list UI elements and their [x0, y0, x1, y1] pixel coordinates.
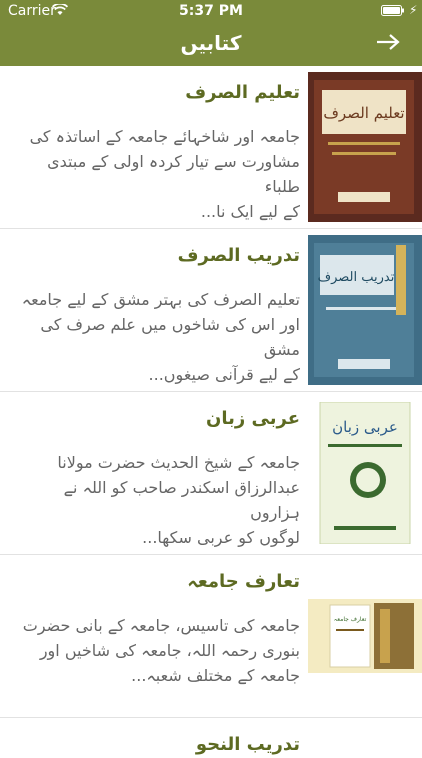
book-cover[interactable]: تعارف جامعہ	[308, 599, 422, 673]
book-description: تعلیم الصرف کی بہتر مشق کے لیے جامعہ اور…	[12, 287, 300, 387]
book-title: تعلیم الصرف	[185, 82, 300, 103]
desc-line: جامعہ کی تاسیس، جامعہ کے بانی حضرت	[22, 616, 300, 635]
cover-word: تعلیم الصرف	[323, 104, 404, 122]
book-description: جامعہ اور شاخہائے جامعہ کے اساتذہ کی مشا…	[12, 124, 300, 224]
desc-line: مشاورت سے تیار کردہ اولی کے مبتدی طلباء	[47, 152, 300, 196]
desc-line: کے لیے قرآنی صیغوں...	[148, 365, 300, 384]
desc-line: بنوری رحمہ اللہ، جامعہ کی شاخیں اور	[39, 641, 300, 660]
book-description: جامعہ کی تاسیس، جامعہ کے بانی حضرت بنوری…	[12, 613, 300, 688]
book-description: جامعہ کے شیخ الحدیث حضرت مولانا عبدالرزا…	[12, 450, 300, 550]
book-row[interactable]: تعارف جامعہ جامعہ کی تاسیس، جامعہ کے بان…	[0, 555, 422, 718]
desc-line: کے لیے ایک نا...	[200, 202, 300, 221]
desc-line: عبدالرزاق اسکندر صاحب کو اللہ نے ہزاروں	[63, 478, 300, 522]
book-list: تعلیم الصرف جامعہ اور شاخہائے جامعہ کے ا…	[0, 66, 422, 758]
book-cover[interactable]: تعلیم الصرف	[308, 72, 422, 222]
page-title: کتابیں	[180, 31, 242, 55]
cover-word: تعارف جامعہ	[334, 616, 367, 623]
arrow-right-icon[interactable]	[373, 32, 401, 52]
cover-word: تدریب الصرف	[318, 270, 395, 285]
book-cover[interactable]: عربی زبان	[308, 402, 422, 544]
desc-line: جامعہ کے مختلف شعبہ...	[131, 666, 300, 685]
desc-line: تعلیم الصرف کی بہتر مشق کے لیے جامعہ	[21, 290, 300, 309]
status-bar: Carrier 5:37 PM ⚡	[0, 0, 422, 22]
battery-icon	[381, 5, 404, 16]
book-title: تعارف جامعہ	[187, 571, 300, 592]
cover-word: عربی زبان	[332, 418, 398, 436]
app-header: Carrier 5:37 PM ⚡ کتابیں	[0, 0, 422, 66]
book-cover[interactable]: تدریب الصرف	[308, 235, 422, 385]
desc-line: لوگوں کو عربی سکھا...	[142, 528, 300, 547]
desc-line: جامعہ اور شاخہائے جامعہ کے اساتذہ کی	[29, 127, 300, 146]
book-title: تدریب الصرف	[177, 245, 300, 266]
book-row[interactable]: تدریب النحو	[0, 718, 422, 758]
book-row[interactable]: تدریب الصرف تعلیم الصرف کی بہتر مشق کے ل…	[0, 229, 422, 392]
book-title: عربی زبان	[206, 408, 300, 429]
book-row[interactable]: عربی زبان جامعہ کے شیخ الحدیث حضرت مولان…	[0, 392, 422, 555]
book-row[interactable]: تعلیم الصرف جامعہ اور شاخہائے جامعہ کے ا…	[0, 66, 422, 229]
status-time: 5:37 PM	[179, 3, 243, 19]
charging-icon: ⚡	[409, 3, 418, 17]
desc-line: جامعہ کے شیخ الحدیث حضرت مولانا	[57, 453, 300, 472]
book-title: تدریب النحو	[195, 734, 300, 755]
desc-line: اور اس کی شاخوں میں علم صرف کی مشق	[40, 315, 300, 359]
